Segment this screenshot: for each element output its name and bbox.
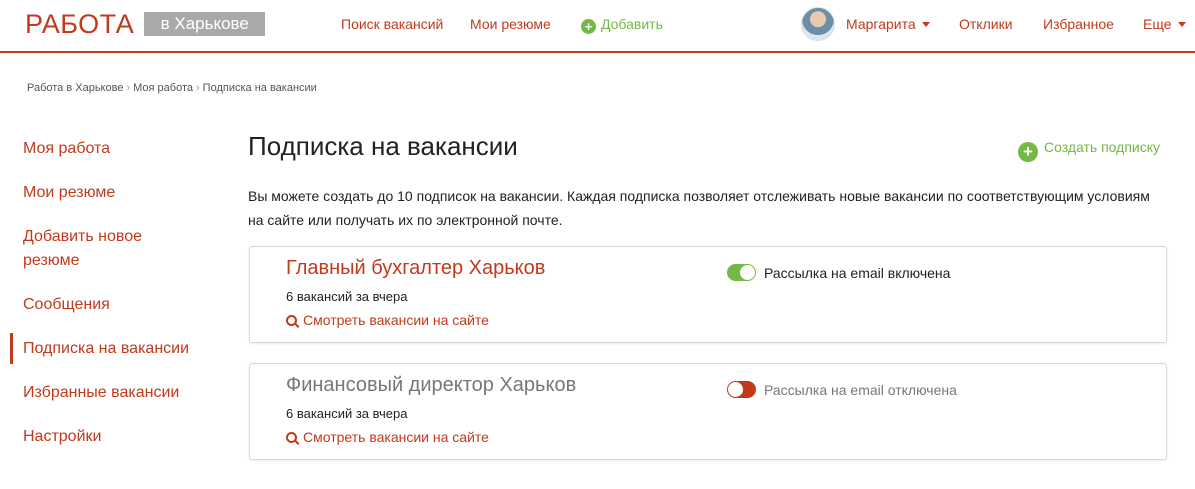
sidebar-active-indicator	[10, 333, 13, 364]
page-description: Вы можете создать до 10 подписок на вака…	[248, 188, 1150, 228]
nav-responses[interactable]: Отклики	[959, 16, 1013, 32]
sidebar-item-messages[interactable]: Сообщения	[23, 293, 203, 317]
plus-icon: +	[581, 19, 596, 34]
subscription-title[interactable]: Главный бухгалтер Харьков	[286, 257, 545, 280]
breadcrumb: Работа в Харькове › Моя работа › Подписка на…	[27, 82, 317, 94]
create-subscription-label: Создать подписку	[1044, 139, 1161, 155]
subscription-count: 6 вакансий за вчера	[286, 406, 408, 421]
sidebar-item-settings[interactable]: Настройки	[23, 425, 203, 449]
nav-add-label: Добавить	[601, 16, 663, 32]
sidebar-item-my-resumes[interactable]: Мои резюме	[23, 181, 203, 205]
create-subscription-button[interactable]: + Создать подписку	[1018, 139, 1160, 162]
nav-search-vacancies[interactable]: Поиск вакансий	[341, 16, 443, 32]
logo-text: РАБОТА	[25, 8, 135, 39]
nav-my-resumes[interactable]: Мои резюме	[470, 16, 551, 32]
nav-more-label: Еще	[1143, 16, 1172, 32]
sidebar-item-my-work[interactable]: Моя работа	[23, 137, 203, 161]
breadcrumb-item-current: Подписка на вакансии	[202, 82, 317, 94]
view-vacancies-link[interactable]: Смотреть вакансии на сайте	[286, 312, 489, 328]
sidebar-item-subscriptions[interactable]: Подписка на вакансии	[23, 337, 203, 361]
user-name: Маргарита	[846, 16, 916, 32]
sidebar-item-add-resume[interactable]: Добавить новое резюме	[23, 225, 183, 273]
breadcrumb-item-my-work[interactable]: Моя работа	[133, 82, 193, 94]
search-icon	[286, 432, 297, 443]
email-toggle[interactable]	[727, 381, 756, 398]
user-menu[interactable]: Маргарита	[846, 16, 930, 32]
email-toggle[interactable]	[727, 264, 756, 281]
subscription-card: Главный бухгалтер Харьков 6 вакансий за …	[249, 246, 1167, 343]
breadcrumb-separator: ›	[196, 82, 200, 94]
nav-favorites[interactable]: Избранное	[1043, 16, 1114, 32]
chevron-down-icon	[1177, 22, 1186, 27]
view-vacancies-label: Смотреть вакансии на сайте	[303, 429, 489, 445]
breadcrumb-separator: ›	[126, 82, 131, 94]
subscription-card: Финансовый директор Харьков 6 вакансий з…	[249, 363, 1167, 460]
chevron-down-icon	[921, 22, 930, 27]
email-status-label: Рассылка на email включена	[764, 265, 951, 281]
avatar[interactable]	[801, 7, 835, 41]
subscription-title[interactable]: Финансовый директор Харьков	[286, 374, 576, 397]
page-title: Подписка на вакансии	[248, 131, 518, 161]
toggle-knob	[740, 265, 755, 280]
view-vacancies-link[interactable]: Смотреть вакансии на сайте	[286, 429, 489, 445]
plus-icon: +	[1018, 142, 1038, 162]
breadcrumb-item-home[interactable]: Работа в Харькове	[27, 82, 123, 94]
toggle-knob	[728, 382, 743, 397]
logo-city-badge: в Харькове	[144, 12, 266, 36]
site-header: РАБОТА в Харькове Поиск вакансий Мои рез…	[0, 0, 1195, 53]
view-vacancies-label: Смотреть вакансии на сайте	[303, 312, 489, 328]
search-icon	[286, 315, 297, 326]
email-status-label: Рассылка на email отключена	[764, 382, 957, 398]
site-logo[interactable]: РАБОТА в Харькове	[25, 8, 266, 40]
nav-add-button[interactable]: + Добавить	[581, 16, 663, 34]
subscription-count: 6 вакансий за вчера	[286, 289, 408, 304]
sidebar-item-favorite-vacancies[interactable]: Избранные вакансии	[23, 381, 203, 405]
nav-more[interactable]: Еще	[1143, 16, 1186, 32]
